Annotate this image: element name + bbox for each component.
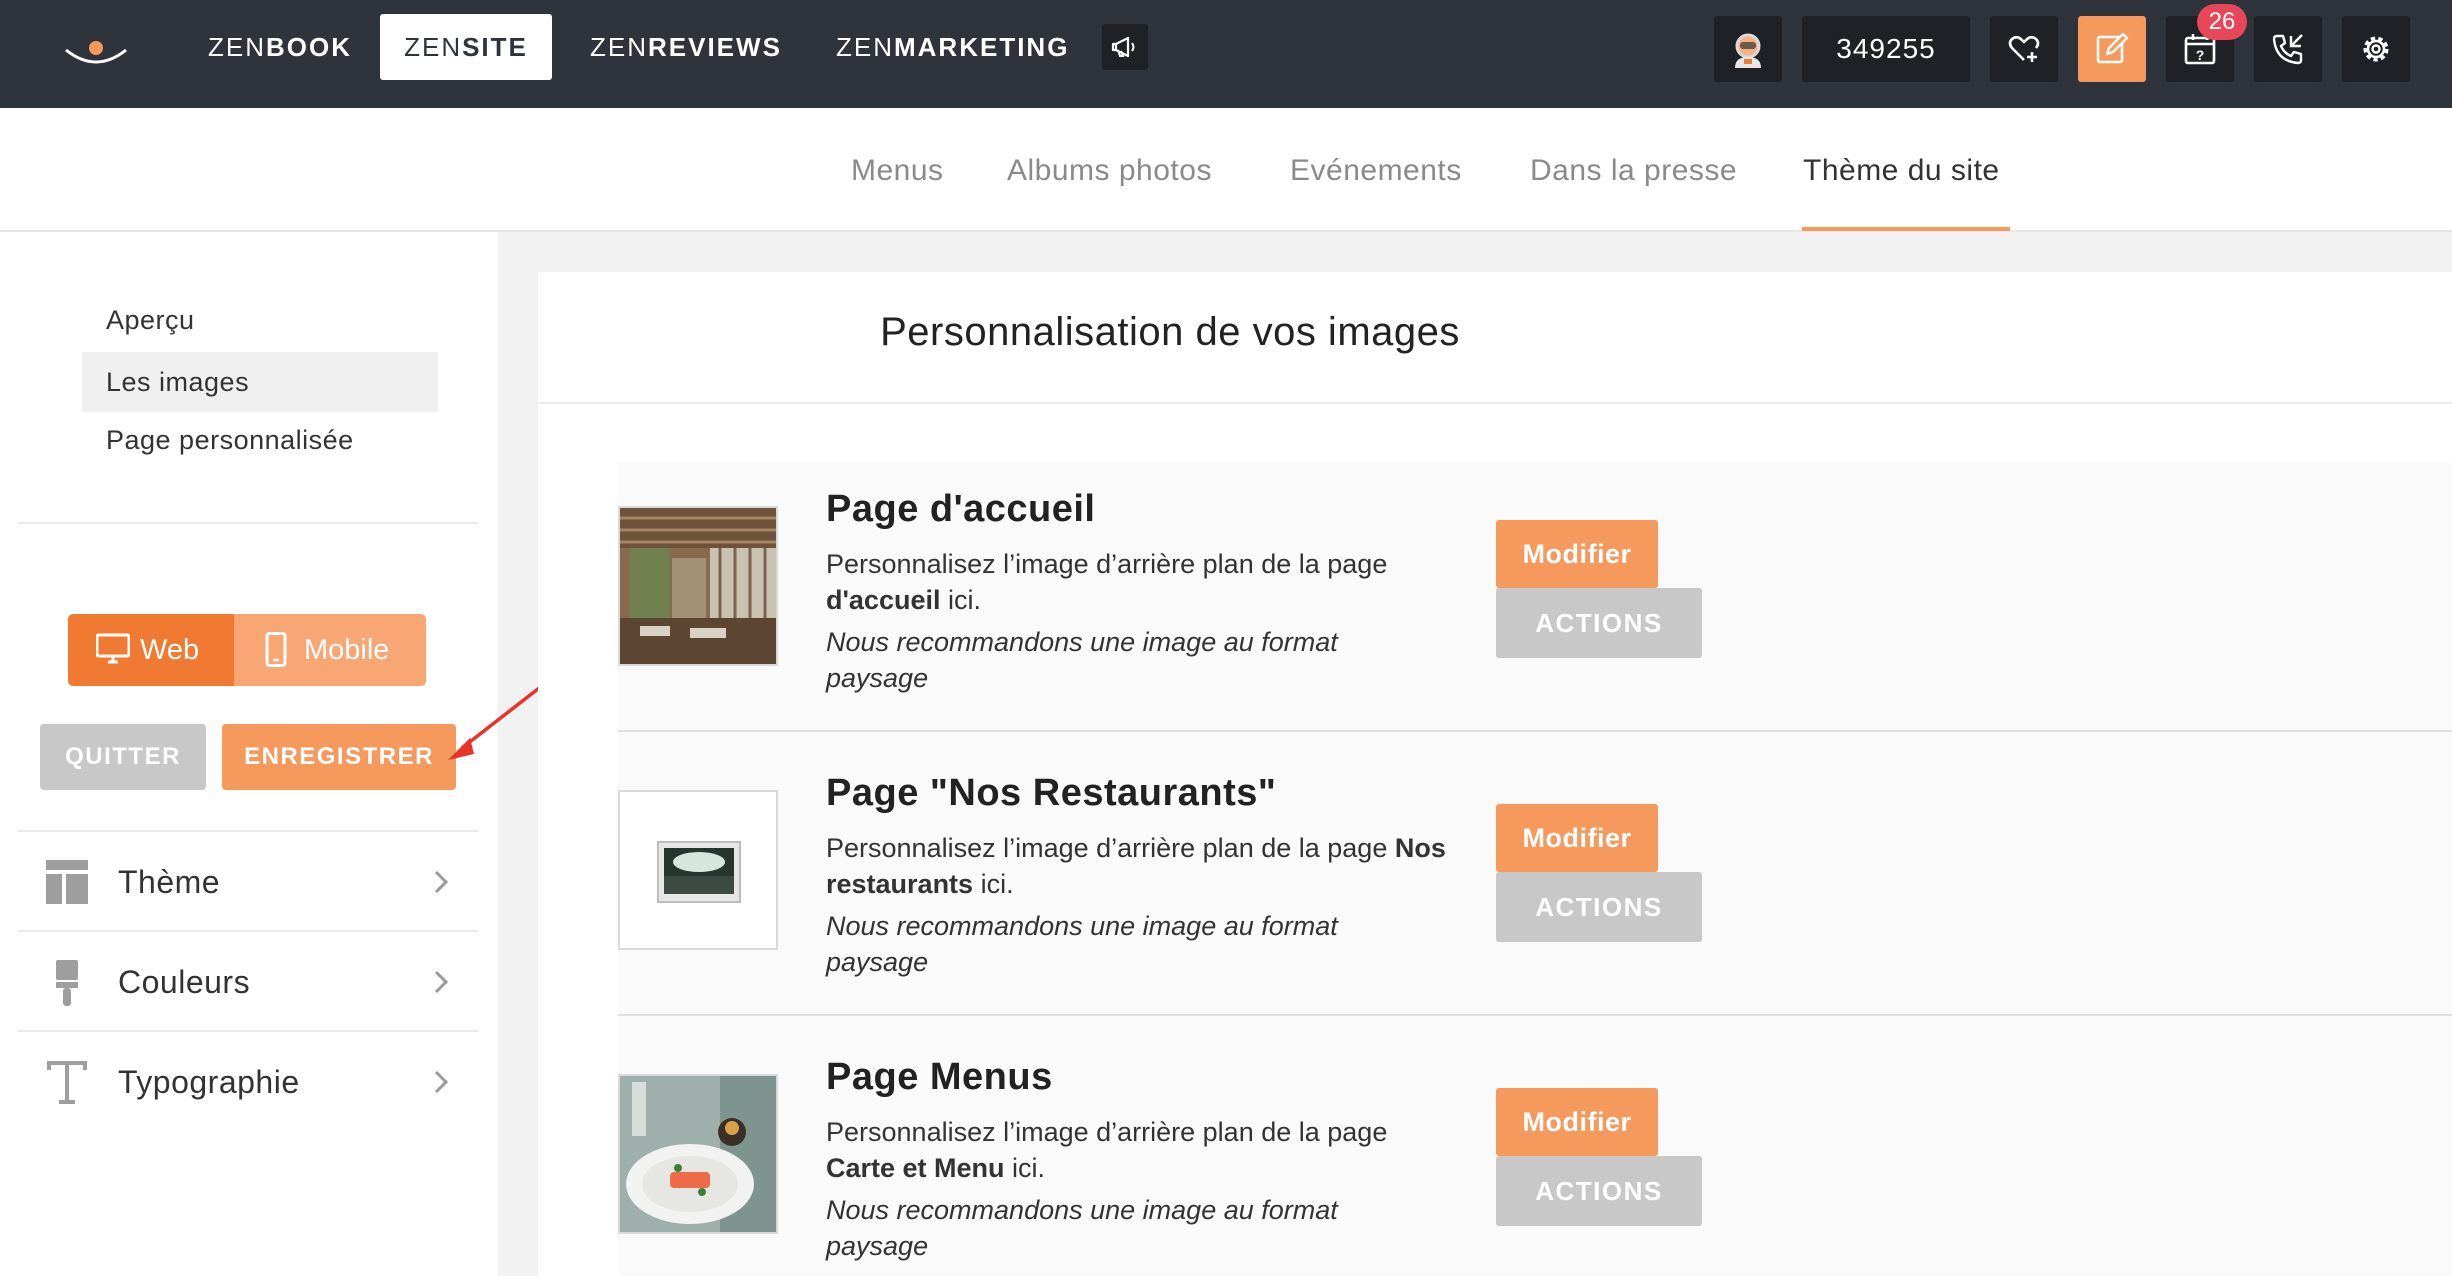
tab-dans-la-presse[interactable]: Dans la presse (1530, 154, 1737, 188)
actions-button[interactable]: ACTIONS (1496, 872, 1702, 942)
modify-button[interactable]: Modifier (1496, 520, 1658, 588)
accordion-couleurs[interactable]: Couleurs (18, 930, 478, 1030)
avatar-button[interactable] (1714, 16, 1782, 82)
card-description: Personnalisez l’image d’arrière plan de … (826, 1114, 1446, 1186)
card-description: Personnalisez l’image d’arrière plan de … (826, 546, 1446, 618)
title-divider (538, 402, 2452, 404)
brand-suffix: REVIEWS (648, 32, 782, 62)
sidebar-item-page-personnalisee[interactable]: Page personnalisée (82, 410, 438, 470)
brand-prefix: ZEN (208, 32, 266, 62)
settings-button[interactable] (2342, 16, 2410, 82)
brand-tab-zenreviews[interactable]: ZENREVIEWS (560, 14, 812, 80)
chevron-right-icon (434, 870, 449, 894)
accordion-typographie-label: Typographie (118, 1064, 300, 1100)
svg-text:?: ? (2196, 47, 2205, 63)
tab-theme-du-site[interactable]: Thème du site (1803, 154, 2000, 188)
thumbnail-accueil[interactable] (618, 506, 778, 666)
card-description: Personnalisez l’image d’arrière plan de … (826, 830, 1446, 902)
actions-button[interactable]: ACTIONS (1496, 1156, 1702, 1226)
phone-icon (2272, 34, 2303, 65)
brand-tab-zensite[interactable]: ZENSITE (380, 14, 552, 80)
mobile-view-button[interactable]: Mobile (234, 614, 426, 686)
mobile-view-label: Mobile (304, 634, 390, 666)
accordion-theme[interactable]: Thème (18, 830, 478, 930)
gear-icon (2363, 36, 2389, 62)
image-card-menus: Page Menus Personnalisez l’image d’arriè… (618, 1016, 2452, 1276)
description-page-name: Carte et Menu (826, 1153, 1005, 1183)
mobile-icon (265, 632, 287, 667)
active-tab-indicator (1802, 227, 2010, 231)
card-recommendation: Nous recommandons une image au format pa… (826, 911, 1338, 977)
chevron-right-icon (434, 1070, 449, 1094)
megaphone-button[interactable] (1102, 24, 1148, 70)
card-recommendation: Nous recommandons une image au format pa… (826, 627, 1338, 693)
card-title: Page "Nos Restaurants" (826, 772, 1277, 814)
thumbnail-menus[interactable] (618, 1074, 778, 1234)
accordion-theme-label: Thème (118, 864, 221, 900)
description-text: Personnalisez l’image d’arrière plan de … (826, 1117, 1388, 1147)
avatar-icon (1735, 33, 1761, 68)
edit-icon (2096, 32, 2129, 64)
view-toggle: Web Mobile (68, 614, 426, 686)
favorites-button[interactable] (1990, 16, 2058, 82)
description-text-end: ici. (940, 585, 981, 615)
edit-button[interactable] (2078, 16, 2146, 82)
restaurant-interior-image-icon (620, 508, 776, 664)
modify-button[interactable]: Modifier (1496, 1088, 1658, 1156)
brand-suffix: SITE (462, 32, 528, 62)
accordion-couleurs-label: Couleurs (118, 964, 251, 1000)
image-card-nos-restaurants: Page "Nos Restaurants" Personnalisez l’i… (618, 732, 2452, 1016)
card-title: Page Menus (826, 1056, 1053, 1098)
phone-button[interactable] (2254, 16, 2322, 82)
logo-icon[interactable] (60, 26, 132, 82)
desktop-icon (96, 633, 130, 664)
sidebar-divider (18, 522, 478, 524)
brand-tab-zenbook[interactable]: ZENBOOK (178, 14, 382, 80)
brand-tab-zenmarketing[interactable]: ZENMARKETING (806, 14, 1099, 80)
megaphone-icon (1111, 36, 1135, 58)
brand-prefix: ZEN (836, 32, 894, 62)
quit-button[interactable]: QUITTER (40, 724, 206, 790)
description-page-name: d'accueil (826, 585, 941, 615)
sidebar-item-apercu[interactable]: Aperçu (82, 290, 438, 350)
card-title: Page d'accueil (826, 488, 1096, 530)
brand-suffix: MARKETING (894, 32, 1070, 62)
thumbnail-nos-restaurants[interactable] (618, 790, 778, 950)
account-number[interactable]: 349255 (1802, 16, 1970, 82)
accordion-typographie[interactable]: Typographie (18, 1030, 478, 1130)
modify-button[interactable]: Modifier (1496, 804, 1658, 872)
sub-navigation: Menus Albums photos Evénements Dans la p… (0, 108, 2452, 232)
description-text: Personnalisez l’image d’arrière plan de … (826, 549, 1388, 579)
top-navigation-bar: ZENBOOK ZENSITE ZENREVIEWS ZENMARKETING … (0, 0, 2452, 108)
image-card-accueil: Page d'accueil Personnalisez l’image d’a… (618, 448, 2452, 732)
save-button[interactable]: ENREGISTRER (222, 724, 456, 790)
description-text-end: ici. (1004, 1153, 1046, 1183)
brand-prefix: ZEN (590, 32, 648, 62)
main-panel: Personnalisation de vos images Page d'ac… (538, 272, 2452, 1276)
layout-icon (46, 860, 88, 904)
card-recommendation: Nous recommandons une image au format pa… (826, 1195, 1338, 1261)
sidebar: Aperçu Les images Page personnalisée Web… (0, 232, 498, 1276)
plated-dish-image-icon (620, 1076, 776, 1232)
notification-badge: 26 (2197, 4, 2247, 40)
actions-button[interactable]: ACTIONS (1496, 588, 1702, 658)
tab-albums-photos[interactable]: Albums photos (1007, 154, 1212, 188)
sidebar-item-les-images[interactable]: Les images (82, 352, 438, 412)
placeholder-image-icon (620, 792, 776, 948)
brand-suffix: BOOK (266, 32, 352, 62)
description-text: Personnalisez l’image d’arrière plan de … (826, 833, 1395, 863)
description-text-end: ici. (973, 869, 1014, 899)
heart-plus-icon (2008, 35, 2040, 62)
web-view-button[interactable]: Web (68, 614, 234, 686)
brand-prefix: ZEN (404, 32, 463, 62)
tab-menus[interactable]: Menus (851, 154, 944, 188)
web-view-label: Web (140, 634, 200, 666)
page-title: Personnalisation de vos images (880, 310, 1460, 354)
paintbrush-icon (56, 960, 78, 1006)
tab-evenements[interactable]: Evénements (1290, 154, 1462, 188)
chevron-right-icon (434, 970, 449, 994)
typography-icon (47, 1061, 87, 1104)
